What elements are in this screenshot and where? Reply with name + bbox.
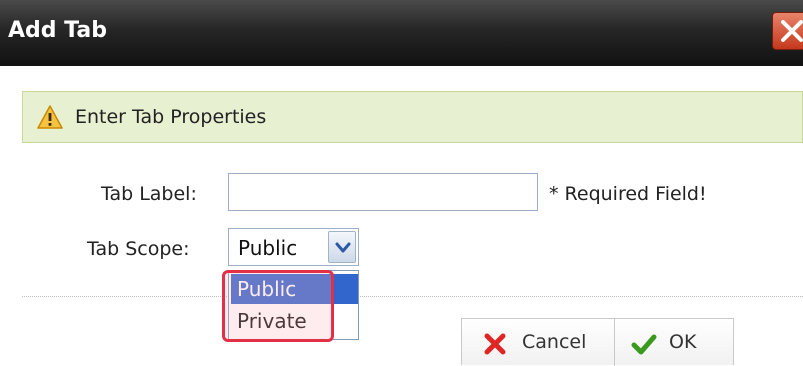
dialog-title: Add Tab [8, 18, 107, 43]
cancel-button-label: Cancel [522, 331, 587, 353]
tab-scope-selected-value: Public [238, 236, 298, 260]
tab-scope-dropdown-button[interactable] [328, 231, 356, 263]
ok-button-label: OK [669, 331, 697, 353]
cancel-button[interactable]: Cancel [462, 319, 615, 366]
dialog-title-bar: Add Tab [0, 0, 803, 66]
separator-line [22, 296, 803, 297]
checkmark-icon [631, 334, 657, 355]
chevron-down-icon [335, 242, 351, 253]
options-highlight-outline [222, 270, 334, 342]
tab-scope-select[interactable]: Public [228, 228, 359, 266]
info-banner: Enter Tab Properties [22, 91, 803, 143]
tab-label-input[interactable] [228, 173, 538, 211]
info-message: Enter Tab Properties [75, 106, 267, 128]
dialog-button-group: Cancel OK [461, 318, 734, 366]
warning-icon [37, 105, 63, 129]
x-icon [484, 333, 506, 355]
required-field-note: * Required Field! [549, 183, 707, 205]
close-button[interactable] [772, 12, 803, 50]
tab-label-caption: Tab Label: [101, 183, 197, 205]
tab-scope-caption: Tab Scope: [87, 238, 190, 260]
close-icon [781, 20, 803, 42]
ok-button[interactable]: OK [615, 319, 733, 366]
